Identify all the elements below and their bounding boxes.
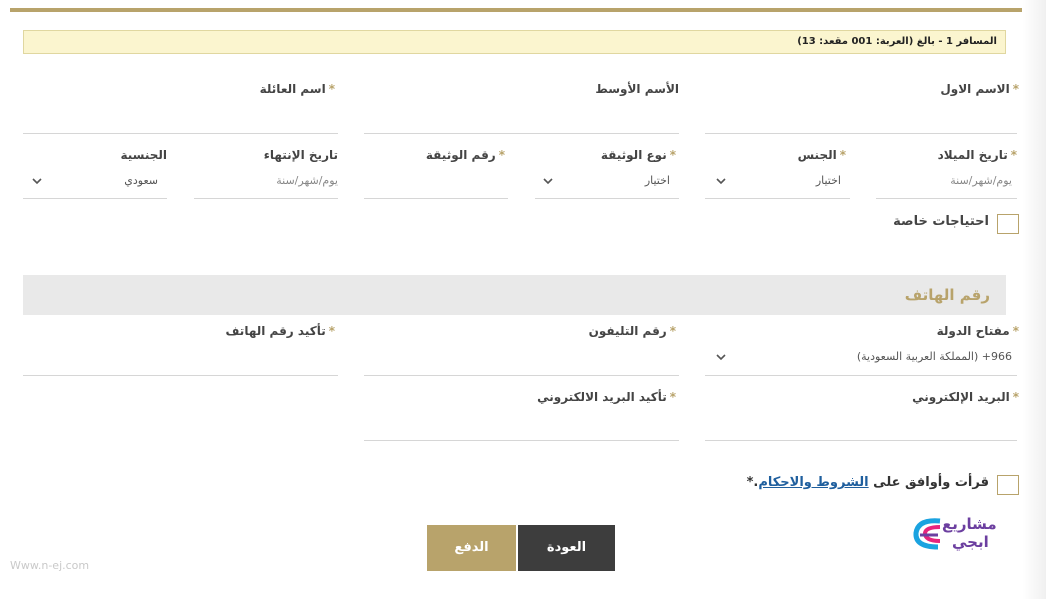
chevron-down-icon[interactable]	[714, 350, 728, 364]
country-code-underline	[705, 375, 1017, 376]
passenger-banner: المسافر 1 - بالغ (العربة: 001 مقعد: 13)	[23, 30, 1006, 54]
phone-confirm-input[interactable]	[23, 375, 338, 376]
logo-text-line1: مشاريع	[942, 515, 997, 533]
special-needs-checkbox[interactable]	[997, 214, 1019, 234]
required-star: *	[669, 148, 676, 162]
middle-name-label: الأسم الأوسط	[595, 82, 679, 96]
phone-confirm-label: *تأكيد رقم الهاتف	[225, 324, 335, 338]
doc-number-input[interactable]	[364, 198, 508, 199]
pay-button[interactable]: الدفع	[427, 525, 516, 571]
chevron-down-icon[interactable]	[541, 174, 555, 188]
nationality-underline	[23, 198, 167, 199]
first-name-label: *الاسم الاول	[940, 82, 1019, 96]
passenger-form: المسافر 1 - بالغ (العربة: 001 مقعد: 13) …	[10, 8, 1022, 586]
required-star: *	[669, 324, 676, 338]
required-star: *	[328, 324, 335, 338]
required-star: *	[328, 82, 335, 96]
required-star: *	[1012, 390, 1019, 404]
nationality-select[interactable]: سعودي	[124, 174, 158, 187]
gender-underline	[705, 198, 850, 199]
required-star: *	[839, 148, 846, 162]
required-star: *	[1012, 82, 1019, 96]
terms-link[interactable]: الشروط والاحكام	[758, 475, 868, 490]
birth-date-label: *تاريخ الميلاد	[937, 148, 1017, 162]
doc-number-label: *رقم الوثيقة	[425, 148, 505, 162]
section-title: رقم الهاتف	[904, 286, 990, 304]
first-name-input[interactable]	[705, 133, 1017, 134]
required-star: *	[669, 390, 676, 404]
email-confirm-input[interactable]	[364, 440, 679, 441]
email-confirm-label: *تأكيد البريد الالكتروني	[537, 390, 676, 404]
gender-select[interactable]: اختيار	[816, 174, 841, 187]
chevron-down-icon[interactable]	[30, 174, 44, 188]
site-logo: مشاريع ابجي	[910, 513, 1010, 553]
required-star: *	[498, 148, 505, 162]
family-name-input[interactable]	[23, 133, 338, 134]
doc-type-label: *نوع الوثيقة	[600, 148, 676, 162]
logo-text-line2: ابجي	[952, 533, 989, 551]
email-input[interactable]	[705, 440, 1017, 441]
expiry-date-underline	[194, 198, 338, 199]
torn-edge-shadow	[1022, 0, 1046, 599]
watermark: Www.n-ej.com	[10, 559, 90, 572]
phone-label: *رقم التليفون	[588, 324, 676, 338]
email-label: *البريد الإلكتروني	[912, 390, 1019, 404]
doc-type-select[interactable]: اختيار	[645, 174, 670, 187]
family-name-label: *اسم العائلة	[259, 82, 335, 96]
phone-input[interactable]	[364, 375, 679, 376]
terms-text: قرأت وأوافق على الشروط والاحكام.*	[746, 475, 989, 490]
passenger-banner-text: المسافر 1 - بالغ (العربة: 001 مقعد: 13)	[797, 36, 997, 47]
country-code-select[interactable]: 966+ (المملكة العربية السعودية)	[857, 350, 1012, 363]
gender-label: *الجنس	[797, 148, 846, 162]
birth-date-input[interactable]: يوم/شهر/سنة	[950, 174, 1012, 187]
expiry-date-input[interactable]: يوم/شهر/سنة	[276, 174, 338, 187]
back-button[interactable]: العودة	[518, 525, 615, 571]
required-star: *	[1010, 148, 1017, 162]
middle-name-input[interactable]	[364, 133, 679, 134]
chevron-down-icon[interactable]	[714, 174, 728, 188]
phone-section-header: رقم الهاتف	[23, 275, 1006, 315]
country-code-label: *مفتاح الدولة	[936, 324, 1019, 338]
terms-checkbox[interactable]	[997, 475, 1019, 495]
required-star: *	[1012, 324, 1019, 338]
birth-date-underline	[876, 198, 1017, 199]
doc-type-underline	[535, 198, 679, 199]
special-needs-label: احتياجات خاصة	[893, 214, 989, 229]
nationality-label: الجنسية	[120, 148, 167, 162]
expiry-date-label: تاريخ الإنتهاء	[263, 148, 338, 162]
